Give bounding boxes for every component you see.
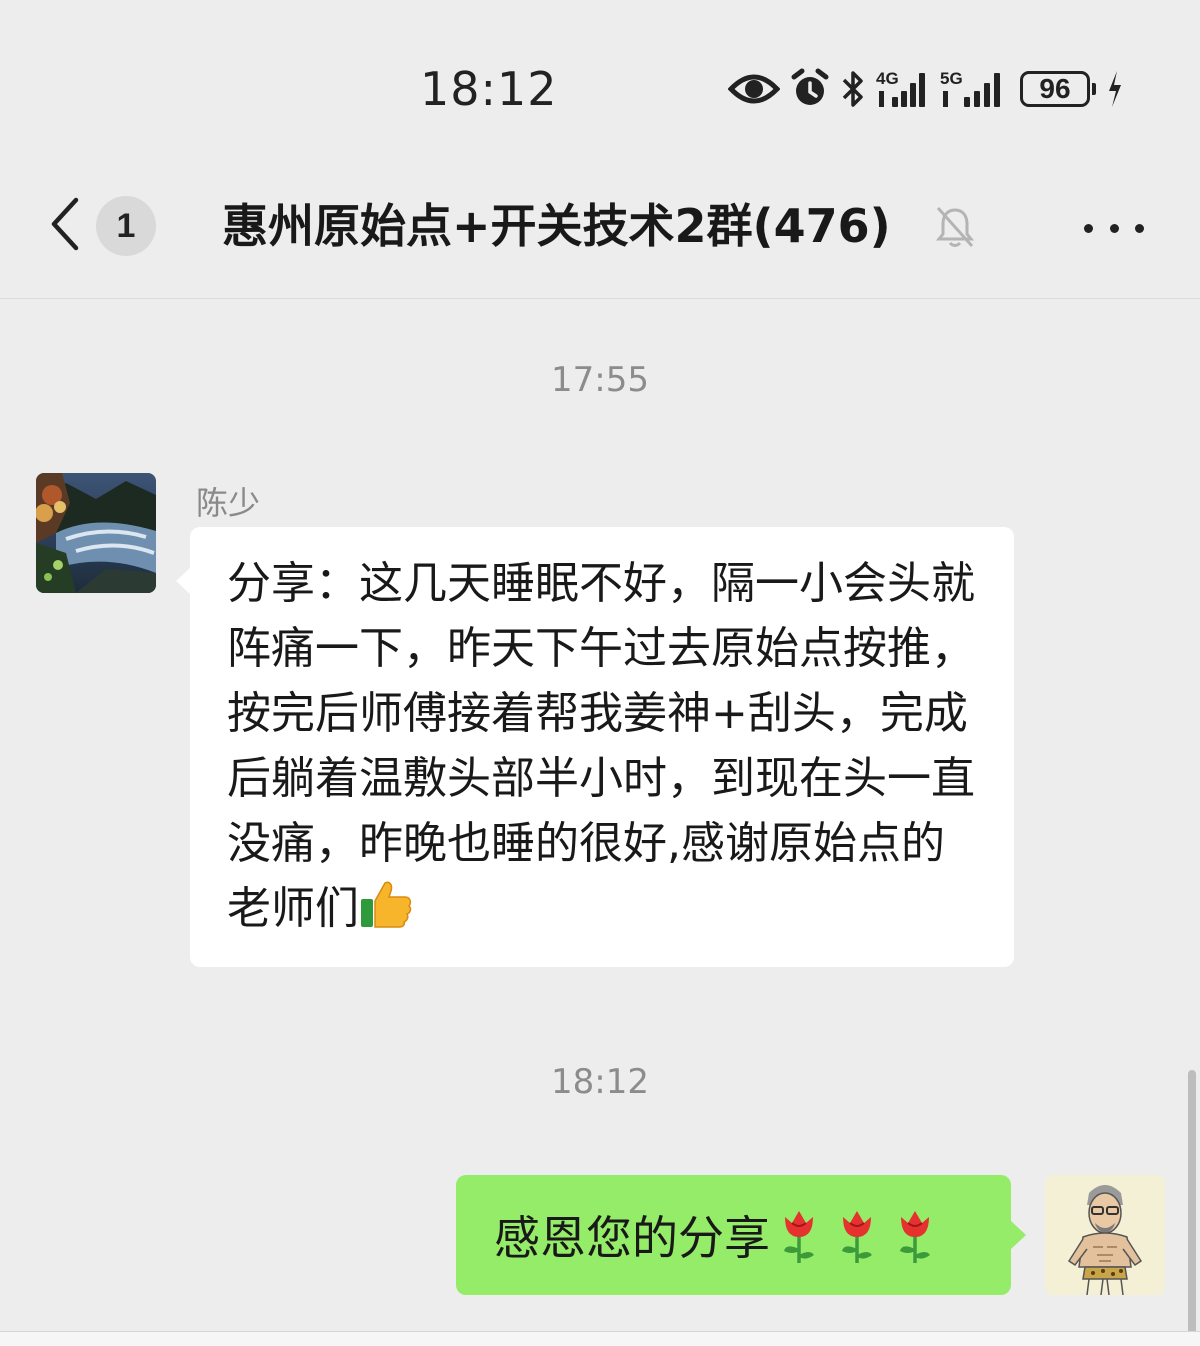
battery-level: 96 — [1020, 71, 1090, 107]
avatar[interactable] — [36, 473, 156, 593]
chat-header: 1 惠州原始点+开关技术2群(476) — [0, 170, 1200, 299]
message-text: 分享：这几天睡眠不好，隔一小会头就阵痛一下，昨天下午过去原始点按推，按完后师傅接… — [227, 558, 975, 934]
network-2-label: 5G — [940, 69, 963, 88]
chat-title: 惠州原始点+开关技术2群(476) — [222, 199, 891, 253]
thumbs-up-icon — [361, 881, 412, 928]
message-text: 感恩您的分享 — [494, 1211, 770, 1265]
status-icons: 4G 5G 96 — [728, 64, 1124, 114]
avatar-river-image — [36, 473, 156, 593]
chevron-left-icon — [51, 197, 79, 251]
status-time: 18:12 — [420, 62, 558, 116]
signal-5g-icon: 5G — [940, 69, 1000, 107]
status-bar: 18:12 4G 5G 96 — [0, 0, 1200, 170]
outgoing-message-bubble[interactable]: 感恩您的分享 — [456, 1175, 1026, 1295]
unread-count-badge[interactable]: 1 — [96, 196, 156, 256]
rose-icon — [900, 1211, 930, 1263]
charging-icon — [1109, 71, 1121, 107]
battery-icon: 96 — [1020, 71, 1096, 107]
rose-icon — [784, 1211, 814, 1263]
sender-name: 陈少 — [196, 484, 261, 522]
incoming-message-bubble[interactable]: 分享：这几天睡眠不好，隔一小会头就阵痛一下，昨天下午过去原始点按推，按完后师傅接… — [176, 527, 1014, 967]
rose-emojis — [776, 1205, 938, 1265]
network-1-label: 4G — [876, 69, 899, 88]
more-options-button[interactable] — [1084, 208, 1144, 248]
bell-muted-icon — [935, 206, 975, 248]
rose-icon — [842, 1211, 872, 1263]
signal-4g-icon: 4G — [876, 69, 925, 107]
input-area-edge — [0, 1331, 1200, 1346]
back-button[interactable] — [40, 192, 90, 256]
message-timestamp: 17:55 — [551, 360, 649, 400]
my-avatar[interactable] — [1045, 1175, 1165, 1295]
scrollbar[interactable] — [1188, 1070, 1196, 1335]
avatar-cartoon-man-image — [1045, 1175, 1165, 1295]
alarm-icon — [791, 68, 829, 105]
eye-icon — [728, 74, 780, 104]
bluetooth-icon — [842, 71, 863, 107]
message-timestamp: 18:12 — [551, 1062, 649, 1102]
